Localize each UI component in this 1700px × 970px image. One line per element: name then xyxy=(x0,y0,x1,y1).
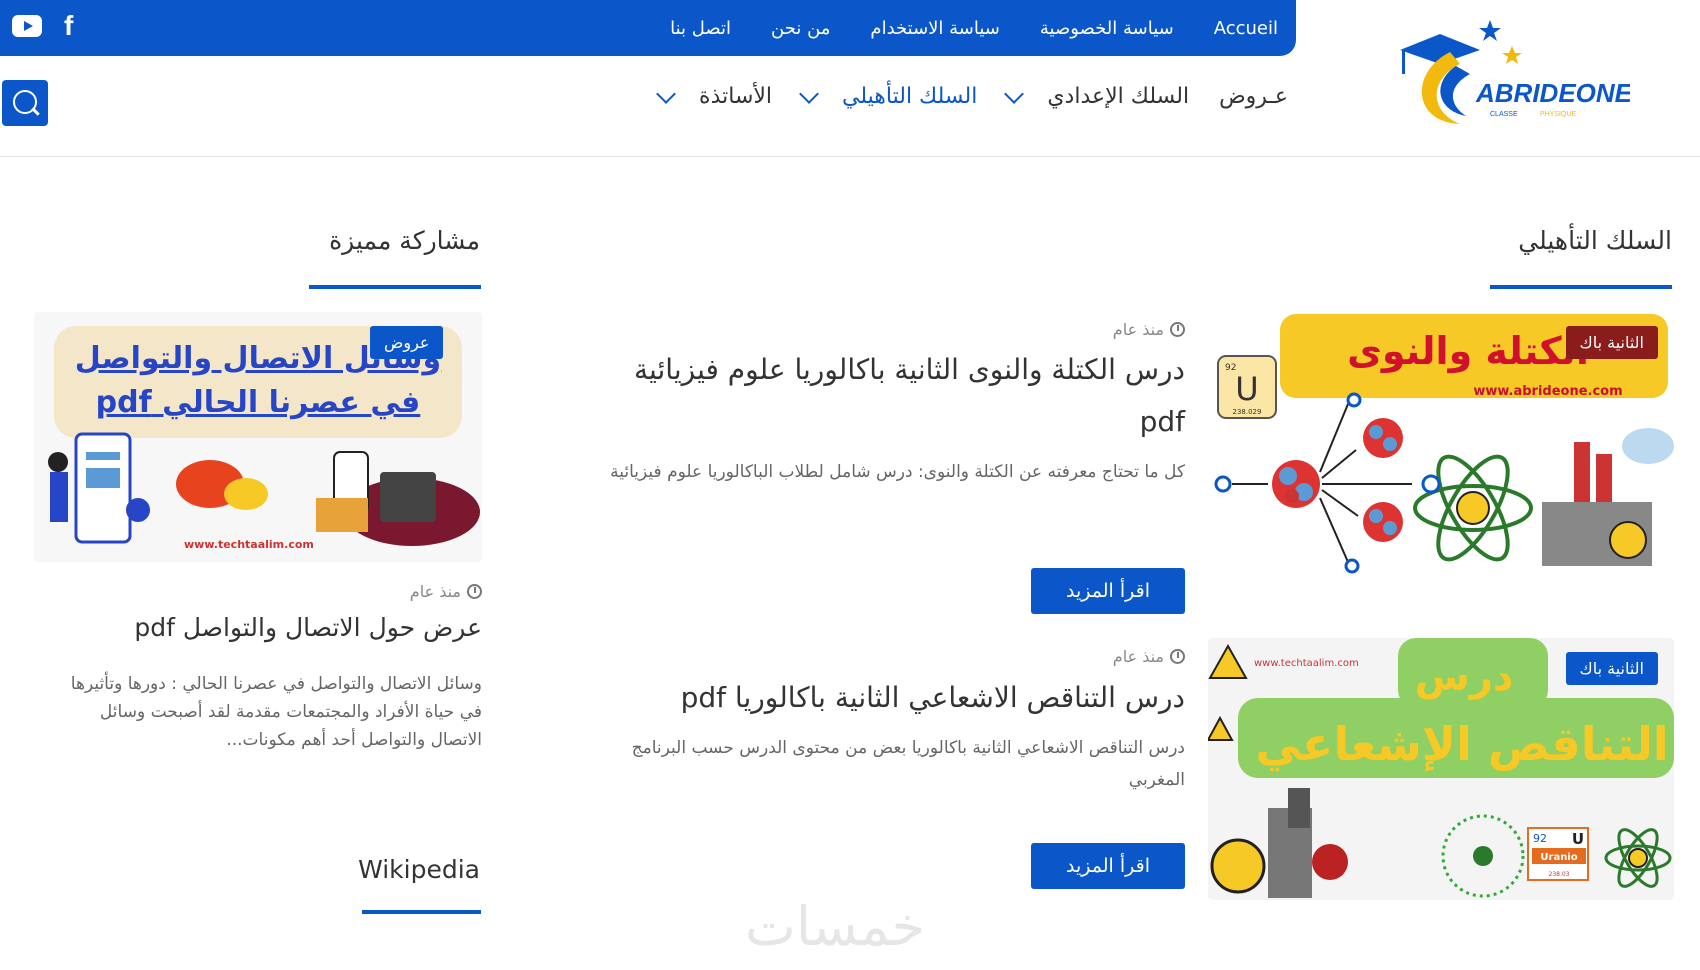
thumb-url: www.techtaalim.com xyxy=(184,538,314,551)
logo-tagline-right: PHYSIQUE xyxy=(1540,111,1577,118)
post-meta: منذ عام xyxy=(1113,647,1185,666)
section-underline xyxy=(1490,285,1672,289)
top-bar: f Accueil سياسة الخصوصية سياسة الاستخدام… xyxy=(0,0,1296,56)
post-thumbnail[interactable]: درس التناقص الإشعاعي www.techtaalim.com … xyxy=(1208,638,1674,900)
section-underline xyxy=(362,910,481,914)
chevron-down-icon xyxy=(799,83,819,104)
top-link-accueil[interactable]: Accueil xyxy=(1214,18,1278,39)
featured-section-title: مشاركة مميزة xyxy=(329,226,480,255)
main-nav: عـروض السلك الإعدادي السلك التأهيلي الأس… xyxy=(656,83,1288,109)
category-badge[interactable]: عروض xyxy=(370,326,444,359)
clock-icon xyxy=(467,584,482,599)
post-title[interactable]: درس الكتلة والنوى الثانية باكالوريا علوم… xyxy=(625,344,1185,448)
nav-label: السلك الإعدادي xyxy=(1047,84,1190,109)
social-links: f xyxy=(12,12,73,40)
chevron-down-icon xyxy=(656,83,676,104)
post-excerpt: كل ما تحتاج معرفته عن الكتلة والنوى: درس… xyxy=(610,462,1185,482)
thumb-url: www.abrideone.com xyxy=(1473,384,1622,399)
nav-item-high-school[interactable]: السلك التأهيلي xyxy=(799,83,978,109)
element-symbol: U xyxy=(1235,370,1258,408)
post-meta: منذ عام xyxy=(1113,320,1185,339)
post-meta: منذ عام xyxy=(410,582,482,601)
category-badge[interactable]: الثانية باك xyxy=(1565,326,1658,359)
nav-item-offers[interactable]: عـروض xyxy=(1219,84,1288,109)
search-button[interactable] xyxy=(2,80,48,126)
top-link-privacy[interactable]: سياسة الخصوصية xyxy=(1040,18,1174,39)
post-time: منذ عام xyxy=(409,582,461,601)
clock-icon xyxy=(1170,322,1185,337)
logo-text: ABRIDEONE xyxy=(1475,78,1630,108)
top-link-about[interactable]: من نحن xyxy=(771,18,830,39)
post-title[interactable]: درس التناقص الاشعاعي الثانية باكالوريا p… xyxy=(585,672,1185,724)
element-symbol: U xyxy=(1572,830,1584,848)
featured-thumbnail[interactable]: وسائل الاتصال والتواصل في عصرنا الحالي p… xyxy=(34,312,482,562)
element-mass: 238.03 xyxy=(1549,871,1570,878)
featured-title[interactable]: عرض حول الاتصال والتواصل pdf xyxy=(52,602,482,654)
section-underline xyxy=(309,285,481,289)
thumb-heading: الكتلة والنوى xyxy=(1347,329,1589,374)
thumb-heading: التناقص الإشعاعي xyxy=(1255,717,1668,771)
post-time: منذ عام xyxy=(1112,647,1164,666)
main-section-title: السلك التأهيلي xyxy=(1518,226,1672,255)
nav-divider xyxy=(0,156,1700,157)
read-more-button[interactable]: اقرأ المزيد xyxy=(1031,568,1185,614)
element-name: Uranio xyxy=(1540,852,1577,863)
logo-tagline-left: CLASSE xyxy=(1490,111,1518,118)
read-more-button[interactable]: اقرأ المزيد xyxy=(1031,843,1185,889)
facebook-icon[interactable]: f xyxy=(64,12,73,40)
post-thumbnail[interactable]: الكتلة والنوى www.abrideone.com 92 U 238… xyxy=(1208,312,1674,574)
category-badge[interactable]: الثانية باك xyxy=(1565,652,1658,685)
post-time: منذ عام xyxy=(1112,320,1164,339)
clock-icon xyxy=(1170,649,1185,664)
element-number: 92 xyxy=(1533,832,1547,845)
top-link-terms[interactable]: سياسة الاستخدام xyxy=(870,18,999,39)
nav-label: الأساتذة xyxy=(699,84,773,109)
post-excerpt: درس التناقص الاشعاعي الثانية باكالوريا ب… xyxy=(631,738,1185,790)
youtube-icon[interactable] xyxy=(12,15,42,37)
thumb-heading: درس xyxy=(1415,654,1514,700)
thumb-heading: في عصرنا الحالي pdf xyxy=(96,385,421,420)
wikipedia-section-title: Wikipedia xyxy=(358,855,480,884)
nav-label: عـروض xyxy=(1219,84,1288,109)
top-links: Accueil سياسة الخصوصية سياسة الاستخدام م… xyxy=(670,0,1278,56)
thumb-url: www.techtaalim.com xyxy=(1254,658,1359,669)
nav-item-middle-school[interactable]: السلك الإعدادي xyxy=(1004,83,1190,109)
nav-label: السلك التأهيلي xyxy=(842,84,978,109)
element-mass: 238.029 xyxy=(1233,408,1262,416)
featured-excerpt: وسائل الاتصال والتواصل في عصرنا الحالي :… xyxy=(70,674,482,750)
watermark: خمسات xyxy=(745,895,926,958)
nav-item-teachers[interactable]: الأساتذة xyxy=(656,83,773,109)
chevron-down-icon xyxy=(1004,83,1025,104)
site-logo[interactable]: ABRIDEONE CLASSE PHYSIQUE xyxy=(1390,12,1633,132)
top-link-contact[interactable]: اتصل بنا xyxy=(670,18,731,39)
